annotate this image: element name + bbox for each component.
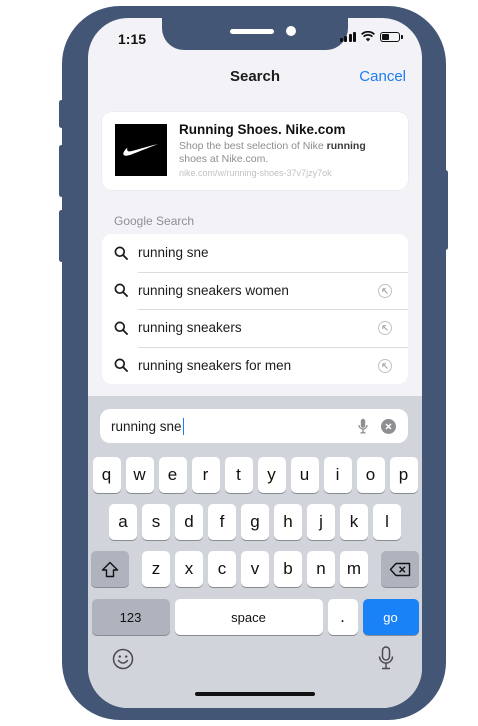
fill-query-arrow-icon[interactable] [378,358,392,373]
volume-down-button [59,210,64,262]
phone-screen: 1:15 Search Cancel Running Shoes. Nike.c… [88,18,422,708]
google-search-header: Google Search [114,214,195,228]
cancel-button[interactable]: Cancel [359,68,406,85]
key-w[interactable]: w [125,457,154,493]
key-p[interactable]: p [389,457,418,493]
emoji-icon[interactable] [112,648,134,670]
status-time: 1:15 [118,31,147,47]
key-r[interactable]: r [191,457,220,493]
front-camera [286,26,296,36]
fill-query-arrow-icon[interactable] [378,321,392,335]
suggestion-item[interactable]: running sneakers for men [102,346,408,385]
suggestion-text: running sne [138,245,209,261]
key-v[interactable]: v [241,551,269,587]
shift-key[interactable] [91,551,129,587]
key-e[interactable]: e [158,457,187,493]
notch [162,18,348,50]
search-icon [114,283,128,298]
key-x[interactable]: x [175,551,203,587]
microphone-icon[interactable] [358,418,368,434]
top-hit-card[interactable]: Running Shoes. Nike.com Shop the best se… [102,112,408,190]
period-key[interactable]: . [327,599,358,635]
shift-arrow-icon [101,561,119,577]
key-i[interactable]: i [323,457,352,493]
key-q[interactable]: q [92,457,121,493]
key-l[interactable]: l [373,504,401,540]
backspace-key[interactable] [381,551,419,587]
key-t[interactable]: t [224,457,253,493]
search-icon [114,321,128,335]
home-indicator[interactable] [195,692,315,696]
suggestion-text: running sneakers [138,320,242,336]
search-input[interactable]: running sne [100,409,408,443]
key-z[interactable]: z [142,551,170,587]
fill-query-arrow-icon[interactable] [378,283,392,298]
keyboard-row-2: a s d f g h j k l [88,504,422,540]
key-f[interactable]: f [208,504,236,540]
keyboard-row-3: z x c v b n m [88,551,422,587]
volume-up-button [59,145,64,197]
key-j[interactable]: j [307,504,335,540]
suggestion-item[interactable]: running sne [102,234,408,272]
key-g[interactable]: g [241,504,269,540]
nike-logo [115,124,167,176]
top-hit-url: nike.com/w/running-shoes-37v7jzy7ok [179,168,332,178]
search-input-value: running sne [111,418,182,434]
key-u[interactable]: u [290,457,319,493]
key-m[interactable]: m [340,551,368,587]
space-key[interactable]: space [174,599,323,635]
numbers-key[interactable]: 123 [91,599,170,635]
top-hit-description: Shop the best selection of Nike running … [179,140,366,165]
search-icon [114,246,128,260]
clear-text-button[interactable] [381,419,396,434]
suggestion-text: running sneakers for men [138,357,292,373]
suggestion-text: running sneakers women [138,282,289,298]
suggestion-item[interactable]: running sneakers [102,309,408,347]
backspace-icon [389,562,411,576]
search-icon [114,358,128,373]
key-k[interactable]: k [340,504,368,540]
wifi-icon [361,31,375,42]
mute-switch [59,100,64,128]
key-d[interactable]: d [175,504,203,540]
key-b[interactable]: b [274,551,302,587]
dictation-microphone-icon[interactable] [378,646,394,670]
text-caret [182,417,185,435]
speaker [230,29,274,34]
keyboard-row-1: q w e r t y u i o p [88,457,422,493]
go-key[interactable]: go [362,599,419,635]
suggestion-item[interactable]: running sneakers women [102,271,408,310]
key-s[interactable]: s [142,504,170,540]
keyboard-row-4: 123 space . go [88,599,422,635]
key-h[interactable]: h [274,504,302,540]
key-c[interactable]: c [208,551,236,587]
battery-icon [380,31,403,42]
key-a[interactable]: a [109,504,137,540]
power-button [443,170,448,250]
key-n[interactable]: n [307,551,335,587]
key-y[interactable]: y [257,457,286,493]
top-hit-title: Running Shoes. Nike.com [179,122,346,137]
signal-icon [339,31,356,42]
status-icons [339,31,403,42]
keyboard-area: running sne q w e r t y u i o p a s d f … [88,396,422,708]
suggestion-list: running sne running sneakers women runni… [102,234,408,384]
key-o[interactable]: o [356,457,385,493]
